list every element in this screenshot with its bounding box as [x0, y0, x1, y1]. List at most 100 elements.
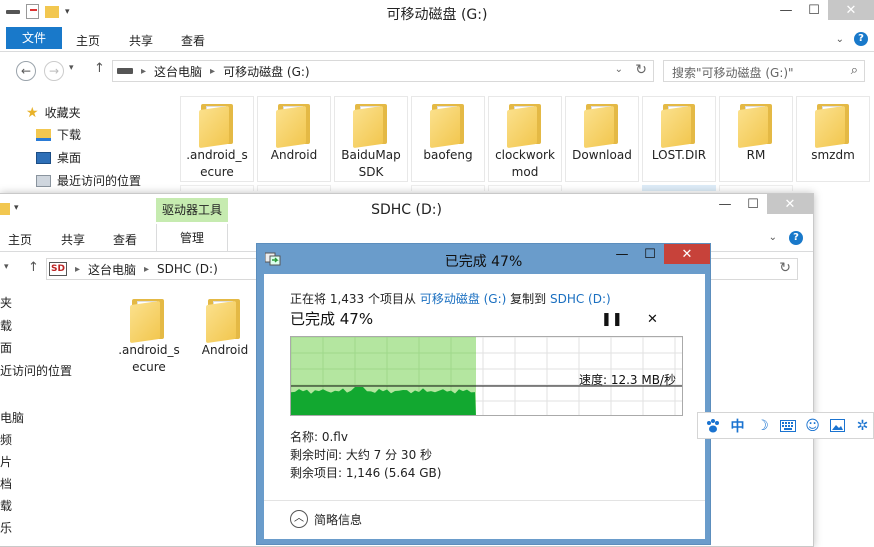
breadcrumb-drive[interactable]: SDHC (D:) [157, 262, 218, 276]
fewer-details-toggle[interactable]: ︿ 简略信息 [290, 510, 362, 528]
nav-item[interactable]: 夹 [0, 294, 12, 311]
folder-item[interactable]: Download [565, 96, 639, 182]
pause-button[interactable]: ❚❚ [601, 312, 623, 327]
nav-item[interactable]: 片 [0, 453, 12, 470]
tab-view[interactable]: 查看 [181, 32, 205, 49]
ribbon-right: ⌄ ? [836, 32, 868, 46]
help-icon[interactable]: ? [789, 231, 803, 245]
time-remaining-label: 剩余时间: 大约 7 分 30 秒 [290, 448, 433, 462]
address-row: ← → ▾ ↑ ▸ 这台电脑 ▸ 可移动磁盘 (G:) ⌄ ↻ 搜索"可移动磁盘… [0, 52, 874, 88]
nav-item[interactable]: 载 [0, 317, 12, 334]
file-name-label: 名称: 0.flv [290, 430, 348, 444]
maximize-button[interactable]: ☐ [739, 194, 767, 214]
folder-item[interactable]: clockwork mod [488, 96, 562, 182]
address-bar[interactable]: ▸ 这台电脑 ▸ 可移动磁盘 (G:) ⌄ ↻ [112, 60, 654, 82]
emoji-icon[interactable]: ☺ [802, 415, 823, 437]
folder-icon [276, 102, 312, 149]
expand-ribbon-icon[interactable]: ⌄ [836, 34, 844, 45]
refresh-icon[interactable]: ↻ [635, 62, 647, 78]
nav-downloads[interactable]: 下载 [36, 126, 81, 143]
close-button[interactable]: ✕ [767, 194, 813, 214]
folder-item[interactable]: RM [719, 96, 793, 182]
destination-link[interactable]: SDHC (D:) [550, 292, 611, 306]
status-mid: 复制到 [506, 292, 550, 306]
dialog-body: 正在将 1,433 个项目从 可移动磁盘 (G:) 复制到 SDHC (D:) … [264, 274, 705, 539]
tab-share[interactable]: 共享 [129, 32, 153, 49]
refresh-icon[interactable]: ↻ [779, 260, 791, 276]
maximize-button[interactable]: ☐ [636, 244, 664, 264]
window-controls: — ☐ ✕ [772, 0, 874, 20]
copy-progress-dialog: 已完成 47% — ☐ ✕ 正在将 1,433 个项目从 可移动磁盘 (G:) … [256, 243, 711, 545]
keyboard-icon[interactable] [777, 415, 798, 437]
tab-manage[interactable]: 管理 [156, 224, 228, 252]
nav-item[interactable]: 档 [0, 475, 12, 492]
nav-item[interactable]: 面 [0, 339, 12, 356]
folder-label: BaiduMap SDK [341, 148, 401, 179]
image-icon[interactable] [827, 415, 848, 437]
breadcrumb-this-pc[interactable]: 这台电脑 [88, 261, 136, 278]
minimize-button[interactable]: — [711, 194, 739, 214]
folder-icon [130, 297, 166, 344]
breadcrumb-drive[interactable]: 可移动磁盘 (G:) [223, 63, 310, 80]
window-title: SDHC (D:) [371, 202, 442, 218]
close-button[interactable]: ✕ [664, 244, 710, 264]
nav-label: 下载 [57, 128, 82, 142]
breadcrumb-this-pc[interactable]: 这台电脑 [154, 63, 202, 80]
folder-item[interactable]: smzdm [796, 96, 870, 182]
up-button[interactable]: ↑ [94, 61, 105, 76]
folder-item[interactable]: Android [188, 292, 262, 378]
tab-file[interactable]: 文件 [6, 27, 62, 49]
cancel-button[interactable]: ✕ [647, 312, 658, 327]
nav-item[interactable]: 近访问的位置 [0, 362, 72, 379]
search-input[interactable]: 搜索"可移动磁盘 (G:)" ⌕ [663, 60, 865, 82]
minimize-button[interactable]: — [608, 244, 636, 264]
details-toggle-label: 简略信息 [314, 512, 363, 527]
expand-ribbon-icon[interactable]: ⌄ [769, 232, 777, 243]
breadcrumb-separator-icon: ▸ [210, 65, 216, 77]
folder-item[interactable]: Android [257, 96, 331, 182]
nav-favorites[interactable]: ★ 收藏夹 [26, 104, 81, 121]
nav-label: 最近访问的位置 [57, 174, 142, 188]
close-button[interactable]: ✕ [828, 0, 874, 20]
folder-item[interactable]: LOST.DIR [642, 96, 716, 182]
folder-item[interactable]: baofeng [411, 96, 485, 182]
folder-label: Download [572, 148, 632, 162]
forward-button[interactable]: → [44, 61, 64, 81]
tab-view[interactable]: 查看 [113, 231, 137, 248]
folder-item[interactable]: BaiduMap SDK [334, 96, 408, 182]
source-link[interactable]: 可移动磁盘 (G:) [420, 292, 507, 306]
settings-icon[interactable]: ✲ [852, 415, 873, 437]
breadcrumb-separator-icon: ▸ [74, 263, 80, 275]
folder-item[interactable]: .android_s ecure [112, 292, 186, 378]
nav-item[interactable]: 载 [0, 497, 12, 514]
nav-desktop[interactable]: 桌面 [36, 149, 81, 166]
search-icon[interactable]: ⌕ [851, 63, 858, 78]
speed-label: 速度: 12.3 MB/秒 [578, 373, 676, 387]
tab-home[interactable]: 主页 [8, 231, 32, 248]
up-button[interactable]: ↑ [28, 260, 39, 275]
help-icon[interactable]: ? [854, 32, 868, 46]
tab-home[interactable]: 主页 [76, 32, 100, 49]
tab-share[interactable]: 共享 [61, 231, 85, 248]
back-button[interactable]: ← [16, 61, 36, 81]
maximize-button[interactable]: ☐ [800, 0, 828, 20]
folder-icon [584, 102, 620, 149]
recent-locations-icon[interactable]: ▾ [69, 63, 74, 73]
status-prefix: 正在将 1,433 个项目从 [290, 292, 420, 306]
items-remaining-label: 剩余项目: 1,146 (5.64 GB) [290, 466, 442, 480]
folder-item[interactable]: .android_s ecure [180, 96, 254, 182]
breadcrumb-separator-icon: ▸ [141, 65, 147, 77]
nav-recent-places[interactable]: 最近访问的位置 [36, 172, 141, 189]
chinese-mode-icon[interactable]: 中 [727, 415, 748, 437]
recent-places-icon [36, 174, 51, 187]
nav-item[interactable]: 乐 [0, 519, 12, 536]
nav-item[interactable]: 频 [0, 431, 12, 448]
nav-label: 收藏夹 [44, 106, 81, 120]
recent-locations-icon[interactable]: ▾ [4, 262, 9, 272]
folder-icon [815, 102, 851, 149]
moon-icon[interactable]: ☽ [752, 415, 773, 437]
paw-icon[interactable] [702, 415, 723, 437]
address-dropdown-icon[interactable]: ⌄ [615, 64, 623, 75]
minimize-button[interactable]: — [772, 0, 800, 20]
nav-item[interactable]: 电脑 [0, 409, 24, 426]
